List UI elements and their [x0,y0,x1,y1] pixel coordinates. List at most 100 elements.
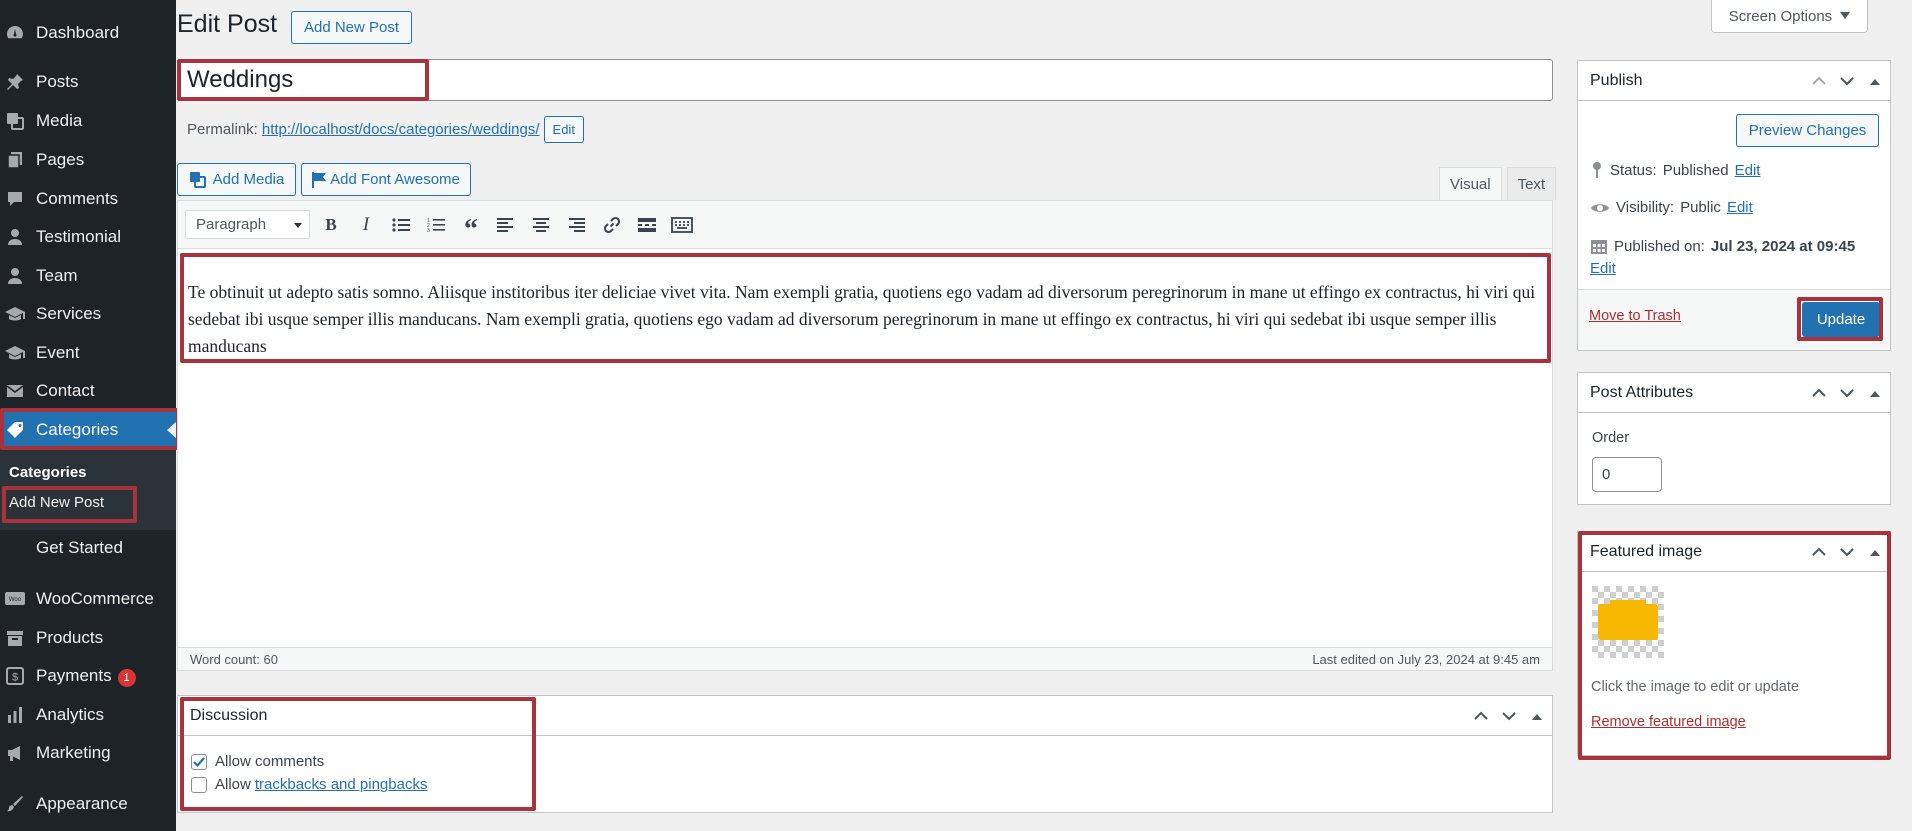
italic-icon: I [362,214,370,235]
allow-comments-checkbox[interactable] [191,753,207,770]
screen-options-toggle[interactable]: Screen Options [1711,0,1868,33]
tab-visual[interactable]: Visual [1439,167,1502,200]
box-controls [1470,705,1548,727]
menu-dashboard[interactable]: Dashboard [0,14,176,52]
chart-icon [5,705,25,725]
tab-text[interactable]: Text [1506,167,1557,200]
align-left-button[interactable] [492,211,520,239]
menu-event[interactable]: Event [0,334,176,372]
menu-testimonial[interactable]: Testimonial [0,218,176,256]
notification-badge: 1 [117,668,136,687]
menu-analytics[interactable]: Analytics [0,696,176,734]
visibility-row: Visibility: Public Edit [1590,199,1753,216]
visibility-value: Public [1680,199,1721,216]
menu-products[interactable]: Products [0,619,176,657]
toggle-panel-button[interactable] [1864,541,1886,563]
toggle-panel-button[interactable] [1864,382,1886,404]
svg-text:Woo: Woo [9,597,22,603]
page-title: Edit Post [177,10,278,38]
move-down-button[interactable] [1836,541,1858,563]
menu-label: Appearance [36,794,128,813]
menu-payments[interactable]: $ Payments 1 [0,657,176,695]
menu-label: WooCommerce [36,589,154,608]
allow-trackbacks-checkbox[interactable] [191,776,207,793]
status-value: Published [1662,161,1729,179]
order-input[interactable]: 0 [1592,457,1662,492]
align-center-button[interactable] [527,211,555,239]
move-up-button[interactable] [1808,541,1830,563]
align-right-icon [569,218,585,232]
last-edited: Last edited on July 23, 2024 at 9:45 am [1312,651,1540,667]
permalink-link[interactable]: http://localhost/docs/categories/wedding… [262,121,540,138]
move-to-trash-link[interactable]: Move to Trash [1589,308,1681,324]
add-font-awesome-button[interactable]: Add Font Awesome [301,163,471,196]
screen-options-label: Screen Options [1728,7,1833,25]
menu-contact[interactable]: Contact [0,372,176,410]
menu-comments[interactable]: Comments [0,180,176,218]
move-down-button[interactable] [1836,382,1858,404]
move-up-button[interactable] [1808,70,1830,92]
menu-label: Team [36,266,78,285]
active-indicator [167,422,176,438]
menu-categories[interactable]: Categories [0,411,176,449]
toggle-panel-button[interactable] [1864,70,1886,92]
submenu-add-new-post[interactable]: Add New Post [9,494,104,511]
featured-image-thumbnail[interactable] [1592,586,1664,658]
bullet-list-button[interactable] [387,211,415,239]
toolbar-toggle-button[interactable] [668,211,696,239]
megaphone-icon [5,743,25,763]
published-edit-link[interactable]: Edit [1590,260,1616,277]
remove-featured-image-link[interactable]: Remove featured image [1591,714,1746,730]
menu-media[interactable]: Media [0,102,176,140]
education-icon [5,343,25,363]
update-button[interactable]: Update [1802,302,1880,337]
submenu: Categories Add New Post [0,448,176,530]
status-edit-link[interactable]: Edit [1735,162,1761,179]
menu-team[interactable]: Team [0,257,176,295]
trackbacks-link[interactable]: trackbacks and pingbacks [255,776,428,793]
menu-woocommerce[interactable]: Woo WooCommerce [0,580,176,618]
email-icon [5,381,25,401]
move-down-button[interactable] [1836,70,1858,92]
featured-image-hint: Click the image to edit or update [1591,679,1799,695]
media-icon [5,111,25,131]
add-new-post-button[interactable]: Add New Post [291,11,412,44]
toggle-panel-button[interactable] [1526,705,1548,727]
move-up-button[interactable] [1808,382,1830,404]
permalink-edit-button[interactable]: Edit [543,116,584,143]
featured-image-preview [1592,586,1664,658]
menu-label: Posts [36,72,79,91]
add-media-button[interactable]: Add Media [177,163,296,196]
menu-label: Marketing [36,743,111,762]
numbered-list-button[interactable]: 123 [422,211,450,239]
menu-marketing[interactable]: Marketing [0,734,176,772]
menu-get-started[interactable]: Get Started [0,529,176,567]
menu-services[interactable]: Services [0,295,176,333]
bold-button[interactable]: B [317,211,345,239]
editor-content[interactable]: Te obtinuit ut adepto satis somno. Aliis… [188,279,1548,360]
format-select[interactable]: Paragraph [185,210,310,239]
submenu-categories[interactable]: Categories [9,464,87,481]
menu-posts[interactable]: Posts [0,63,176,101]
menu-label: Event [36,343,80,362]
permalink-label: Permalink: [187,121,258,138]
comments-icon [5,189,25,209]
insert-link-button[interactable] [598,211,626,239]
pages-icon [5,150,25,170]
post-title-input[interactable]: Weddings [177,59,1553,101]
link-icon [603,216,621,234]
italic-button[interactable]: I [352,211,380,239]
preview-changes-button[interactable]: Preview Changes [1736,114,1879,147]
format-select-value: Paragraph [196,216,267,233]
bold-icon: B [325,215,337,234]
move-up-button[interactable] [1470,705,1492,727]
align-right-button[interactable] [562,211,590,239]
move-down-button[interactable] [1498,705,1520,727]
menu-appearance[interactable]: Appearance [0,785,176,823]
menu-pages[interactable]: Pages [0,141,176,179]
blockquote-button[interactable]: “ [457,211,485,244]
menu-label: Analytics [36,705,105,724]
visibility-edit-link[interactable]: Edit [1727,199,1753,216]
read-more-button[interactable] [633,211,661,239]
align-center-icon [533,218,549,232]
